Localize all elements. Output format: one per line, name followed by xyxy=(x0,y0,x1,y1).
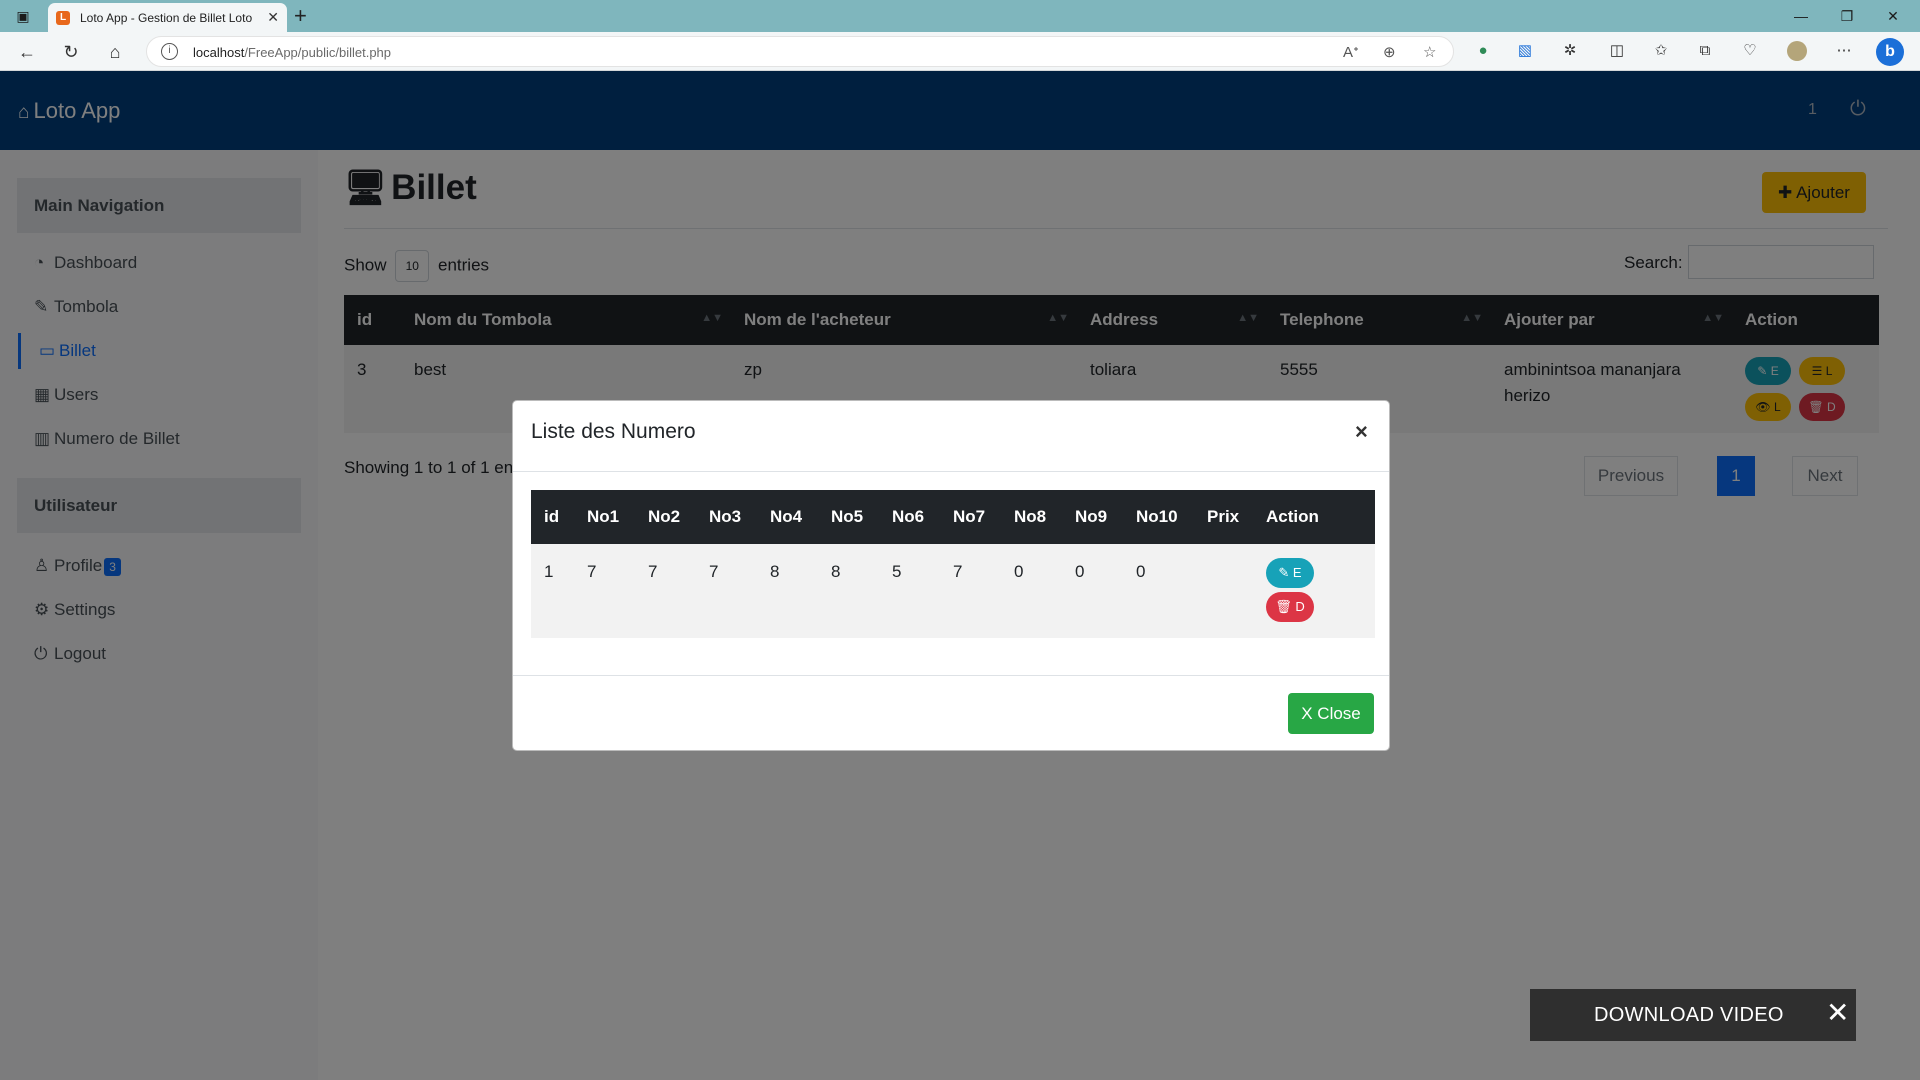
tab-title: Loto App - Gestion de Billet Loto xyxy=(80,10,253,25)
numero-table: id No1 No2 No3 No4 No5 No6 No7 No8 No9 N… xyxy=(531,490,1375,638)
numero-header-no3: No3 xyxy=(709,507,742,526)
numero-header-no2: No2 xyxy=(648,507,681,526)
numero-cell: 7 xyxy=(574,544,635,638)
numero-delete-label: D xyxy=(1295,599,1305,614)
trash-icon: 🗑 xyxy=(1275,599,1296,614)
browser-essentials-icon[interactable]: ♡ xyxy=(1740,41,1760,61)
read-aloud-icon[interactable]: Aᐩ xyxy=(1343,43,1359,61)
url-host: localhost xyxy=(193,45,245,60)
numero-modal: Liste des Numero × id No1 No2 No3 No4 No… xyxy=(512,400,1390,751)
collections-icon[interactable]: ⧉ xyxy=(1695,41,1715,61)
numero-header-row: id No1 No2 No3 No4 No5 No6 No7 No8 No9 N… xyxy=(531,490,1375,544)
refresh-icon[interactable]: ↻ xyxy=(59,40,83,64)
numero-header-prix: Prix xyxy=(1207,507,1240,526)
modal-close-icon[interactable]: × xyxy=(1355,419,1368,445)
download-close-icon[interactable]: ✕ xyxy=(1826,998,1849,1028)
url-path: /FreeApp/public/billet.php xyxy=(244,45,392,60)
numero-header-no5: No5 xyxy=(831,507,864,526)
tab-favicon-icon: L xyxy=(56,10,70,25)
numero-cell-action: ✎ E 🗑 D xyxy=(1253,544,1375,638)
translate-icon[interactable]: ▧ xyxy=(1515,41,1535,61)
tab-close-icon[interactable]: ✕ xyxy=(267,9,279,26)
browser-tab-strip: ▣ L Loto App - Gestion de Billet Loto ✕ … xyxy=(0,0,1920,32)
numero-cell: 0 xyxy=(1062,544,1123,638)
numero-cell: 5 xyxy=(879,544,940,638)
numero-cell: 8 xyxy=(757,544,818,638)
numero-header-no10: No10 xyxy=(1136,507,1178,526)
numero-cell: 7 xyxy=(696,544,757,638)
download-video-bar: DOWNLOAD VIDEO ✕ xyxy=(1530,989,1856,1041)
modal-header-divider xyxy=(513,471,1389,472)
numero-header-no4: No4 xyxy=(770,507,803,526)
address-toolbar: ← ↻ ⌂ i localhost/FreeApp/public/billet.… xyxy=(0,32,1920,71)
modal-title: Liste des Numero xyxy=(531,420,696,443)
numero-cell: 7 xyxy=(635,544,696,638)
bing-copilot-icon[interactable]: b xyxy=(1876,38,1904,66)
new-tab-icon[interactable]: + xyxy=(294,4,307,28)
numero-cell-prix xyxy=(1194,544,1253,638)
address-bar[interactable]: i localhost/FreeApp/public/billet.php Aᐩ… xyxy=(146,36,1454,67)
numero-cell: 1 xyxy=(531,544,574,638)
numero-header-action: Action xyxy=(1266,507,1319,526)
url-text: localhost/FreeApp/public/billet.php xyxy=(193,45,391,60)
modal-close-button[interactable]: X Close xyxy=(1288,693,1374,734)
browser-tab-active[interactable]: L Loto App - Gestion de Billet Loto ✕ xyxy=(48,3,287,32)
numero-cell: 7 xyxy=(940,544,1001,638)
window-close-icon[interactable]: ✕ xyxy=(1882,6,1904,26)
split-screen-icon[interactable]: ◫ xyxy=(1607,41,1627,61)
numero-edit-label: E xyxy=(1292,565,1302,580)
restore-icon[interactable]: ❐ xyxy=(1836,6,1858,26)
numero-header-no6: No6 xyxy=(892,507,925,526)
minimize-icon[interactable]: — xyxy=(1790,6,1812,26)
numero-header-id: id xyxy=(544,507,560,526)
numero-delete-button[interactable]: 🗑 D xyxy=(1266,592,1314,622)
edit-icon: ✎ xyxy=(1278,565,1293,580)
zoom-icon[interactable]: ⊕ xyxy=(1383,43,1396,61)
numero-header-no1: No1 xyxy=(587,507,620,526)
numero-cell: 8 xyxy=(818,544,879,638)
numero-cell: 0 xyxy=(1001,544,1062,638)
extensions-puzzle-icon[interactable]: ✲ xyxy=(1560,41,1580,61)
tab-actions-icon[interactable]: ▣ xyxy=(12,6,34,26)
favorite-star-icon[interactable]: ☆ xyxy=(1423,43,1436,61)
numero-header-no9: No9 xyxy=(1075,507,1108,526)
modal-footer-divider xyxy=(513,675,1389,676)
extension-globe-icon[interactable]: ● xyxy=(1473,41,1493,61)
numero-header-no7: No7 xyxy=(953,507,986,526)
numero-header-no8: No8 xyxy=(1014,507,1047,526)
more-menu-icon[interactable]: ⋯ xyxy=(1834,41,1854,61)
download-video-button[interactable]: DOWNLOAD VIDEO xyxy=(1594,1004,1784,1027)
profile-avatar-icon[interactable] xyxy=(1787,41,1807,61)
home-icon[interactable]: ⌂ xyxy=(103,40,127,64)
back-icon[interactable]: ← xyxy=(15,40,39,64)
numero-cell: 0 xyxy=(1123,544,1194,638)
numero-row: 1 7 7 7 8 8 5 7 0 0 0 ✎ E 🗑 D xyxy=(531,544,1375,638)
favorites-icon[interactable]: ✩ xyxy=(1651,41,1671,61)
site-info-icon[interactable]: i xyxy=(161,43,178,60)
numero-edit-button[interactable]: ✎ E xyxy=(1266,558,1314,588)
